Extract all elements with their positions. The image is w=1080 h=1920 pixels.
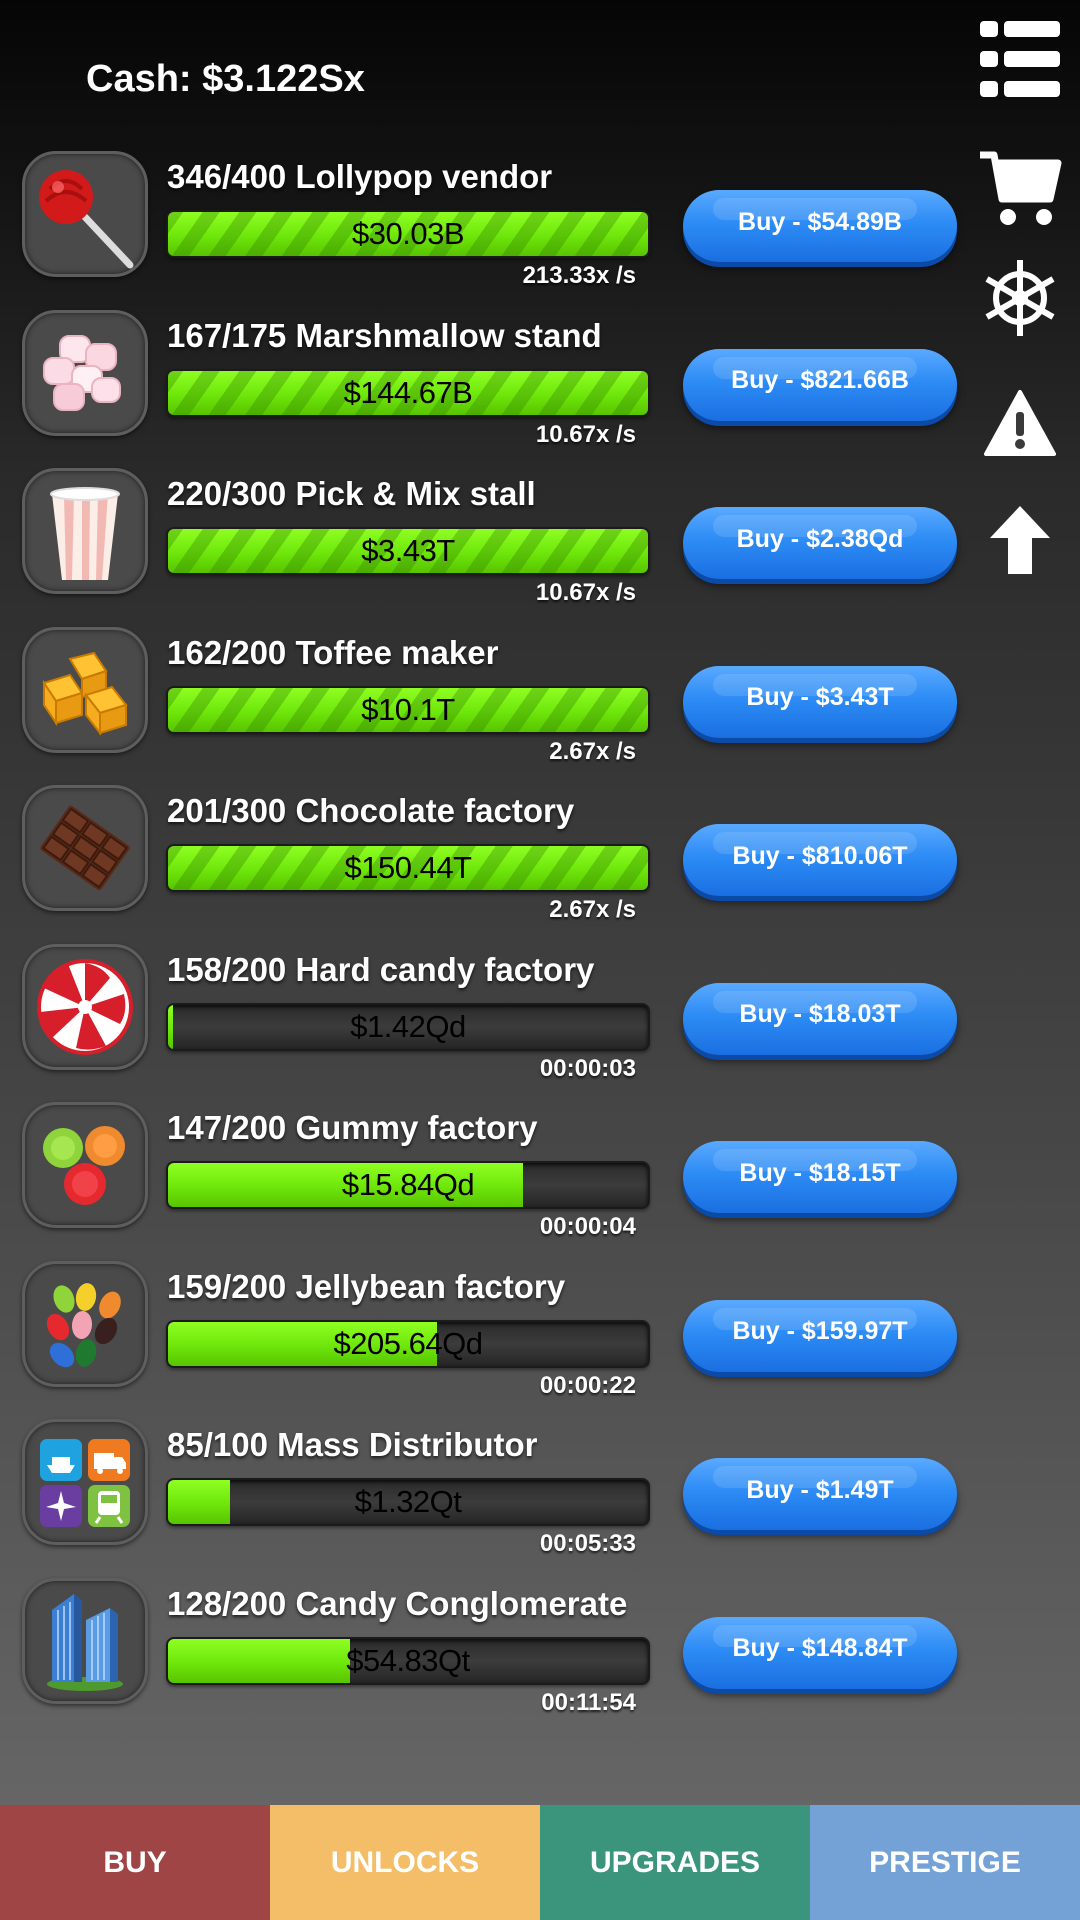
chocolate-bar-icon[interactable] <box>22 785 148 911</box>
progress-amount: $1.32Qt <box>354 1484 462 1519</box>
progress-bar: $15.84Qd <box>166 1161 650 1209</box>
production-rate: 10.67x /s <box>535 420 636 448</box>
progress-bar: $54.83Qt <box>166 1636 650 1685</box>
tab-buy[interactable]: BUY <box>0 1805 270 1920</box>
progress-bar: $30.03B <box>166 210 650 258</box>
tab-upgrades[interactable]: UPGRADES <box>540 1805 810 1920</box>
progress-amount: $1.42Qd <box>350 1008 466 1044</box>
progress-bar: $144.67B <box>166 368 650 417</box>
business-row: 167/175 Marshmallow stand $144.67B 10.67… <box>0 307 1080 466</box>
business-row: 128/200 Candy Conglomerate $54.83Qt 00:1… <box>0 1575 1080 1734</box>
business-title: 128/200 Candy Conglomerate <box>167 1584 628 1622</box>
business-row: 159/200 Jellybean factory $205.64Qd 00:0… <box>0 1258 1080 1417</box>
gummy-icon[interactable] <box>22 1102 148 1228</box>
production-rate: 2.67x /s <box>549 896 636 923</box>
menu-list-icon[interactable] <box>960 14 1080 104</box>
business-row: 346/400 Lollypop vendor $30.03B 213.33x … <box>0 148 1080 307</box>
production-timer: 00:11:54 <box>541 1688 636 1716</box>
business-title: 159/200 Jellybean factory <box>167 1267 566 1305</box>
business-title: 167/175 Marshmallow stand <box>167 316 602 354</box>
business-title: 201/300 Chocolate factory <box>167 792 575 829</box>
tab-prestige[interactable]: PRESTIGE <box>810 1805 1080 1920</box>
production-timer: 00:00:04 <box>539 1213 636 1240</box>
buy-button[interactable]: Buy - $2.38Qd <box>683 507 957 579</box>
progress-amount: $3.43T <box>361 533 455 568</box>
tab-unlocks[interactable]: UNLOCKS <box>270 1805 540 1920</box>
buy-button[interactable]: Buy - $18.03T <box>683 982 957 1055</box>
buy-button[interactable]: Buy - $810.06T <box>683 824 957 896</box>
business-row: 220/300 Pick & Mix stall $3.43T 10.67x /… <box>0 465 1080 624</box>
production-rate: 213.33x /s <box>522 262 636 289</box>
production-rate: 2.67x /s <box>549 737 636 765</box>
progress-amount: $15.84Qd <box>341 1167 475 1202</box>
buy-button[interactable]: Buy - $54.89B <box>683 190 957 262</box>
business-title: 147/200 Gummy factory <box>167 1109 538 1146</box>
popcorn-cup-icon[interactable] <box>22 468 148 594</box>
business-row: 201/300 Chocolate factory $150.44T 2.67x… <box>0 782 1080 941</box>
buy-button[interactable]: Buy - $159.97T <box>683 1299 957 1372</box>
production-timer: 00:00:22 <box>539 1371 636 1399</box>
toffee-icon[interactable] <box>22 626 148 753</box>
lollipop-icon[interactable] <box>22 151 148 277</box>
buy-button[interactable]: Buy - $3.43T <box>683 665 957 738</box>
cash-display: Cash: $3.122Sx <box>86 58 365 100</box>
buy-button[interactable]: Buy - $1.49T <box>683 1458 957 1530</box>
business-title: 158/200 Hard candy factory <box>167 950 595 988</box>
production-rate: 10.67x /s <box>535 579 636 606</box>
progress-bar: $10.1T <box>166 685 650 734</box>
progress-bar: $1.42Qd <box>166 1002 650 1051</box>
business-row: 147/200 Gummy factory $15.84Qd 00:00:04 … <box>0 1099 1080 1258</box>
buy-button[interactable]: Buy - $148.84T <box>683 1616 957 1689</box>
progress-amount: $150.44T <box>344 850 473 885</box>
buy-button[interactable]: Buy - $18.15T <box>683 1141 957 1213</box>
bottom-tab-bar: BUY UNLOCKS UPGRADES PRESTIGE <box>0 1805 1080 1920</box>
skyscraper-icon[interactable] <box>22 1577 148 1704</box>
business-list: 346/400 Lollypop vendor $30.03B 213.33x … <box>0 148 1080 1733</box>
progress-bar: $205.64Qd <box>166 1319 650 1368</box>
marshmallow-icon[interactable] <box>22 309 148 436</box>
business-title: 162/200 Toffee maker <box>167 633 499 671</box>
progress-amount: $205.64Qd <box>333 1325 483 1361</box>
business-title: 85/100 Mass Distributor <box>167 1426 538 1463</box>
progress-amount: $30.03B <box>352 216 465 251</box>
business-row: 158/200 Hard candy factory $1.42Qd 00:00… <box>0 941 1080 1100</box>
production-timer: 00:00:03 <box>539 1054 636 1082</box>
progress-amount: $54.83Qt <box>346 1642 470 1678</box>
progress-bar: $1.32Qt <box>166 1478 650 1526</box>
business-row: 162/200 Toffee maker $10.1T 2.67x /s Buy… <box>0 624 1080 783</box>
business-title: 220/300 Pick & Mix stall <box>167 475 536 512</box>
peppermint-candy-icon[interactable] <box>22 943 148 1070</box>
jellybean-icon[interactable] <box>22 1260 148 1387</box>
progress-bar: $3.43T <box>166 527 650 575</box>
business-row: 85/100 Mass Distributor $1.32Qt 00:05:33… <box>0 1416 1080 1575</box>
progress-bar: $150.44T <box>166 844 650 892</box>
production-timer: 00:05:33 <box>539 1530 636 1557</box>
business-title: 346/400 Lollypop vendor <box>167 158 553 195</box>
buy-button[interactable]: Buy - $821.66B <box>683 348 957 421</box>
progress-amount: $144.67B <box>343 374 473 410</box>
distribution-transport-icon[interactable] <box>22 1419 148 1545</box>
progress-amount: $10.1T <box>361 691 455 727</box>
